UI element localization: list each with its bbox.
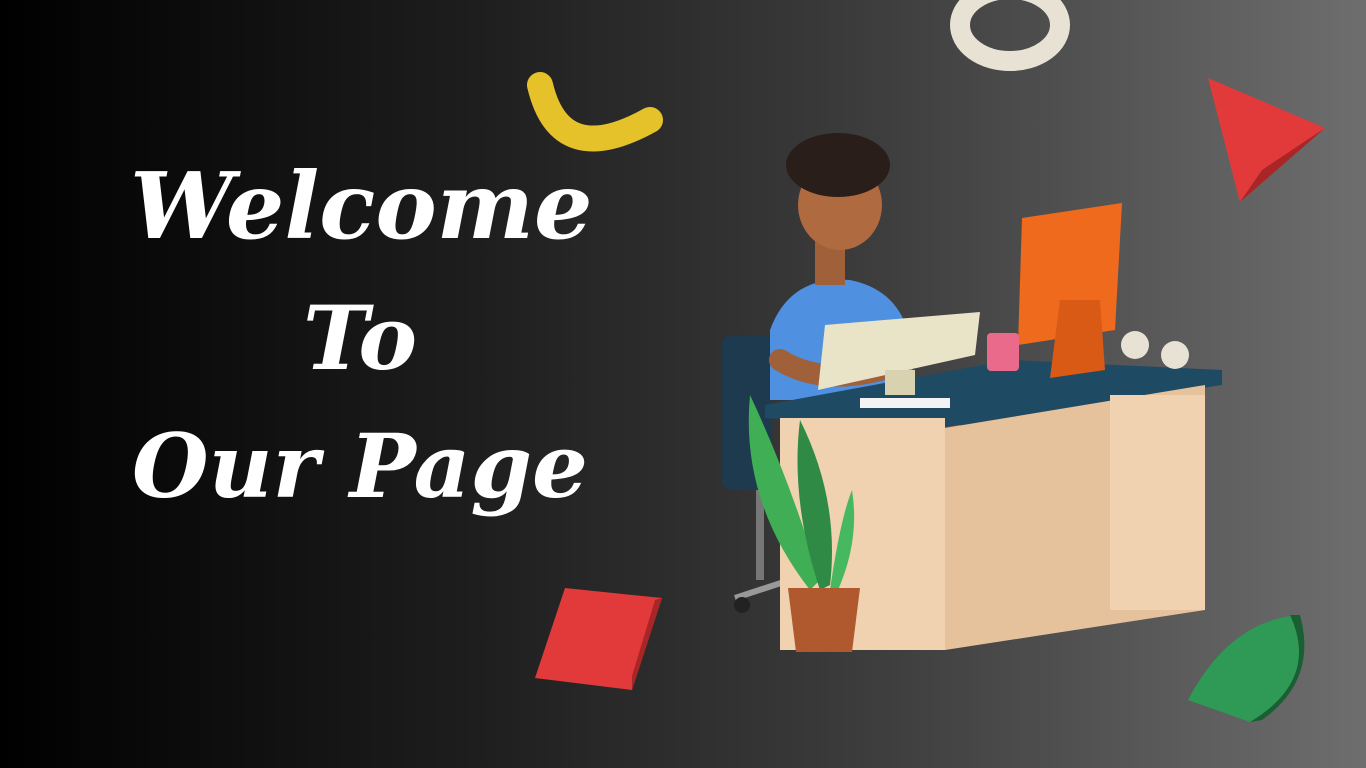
yellow-arc-shape <box>527 72 663 152</box>
red-block-shape <box>535 588 662 690</box>
green-half-disc-shape <box>1188 615 1305 722</box>
torus-shape <box>950 0 1070 71</box>
decorative-artwork <box>527 0 1325 722</box>
person-at-desk-illustration <box>722 133 1222 652</box>
